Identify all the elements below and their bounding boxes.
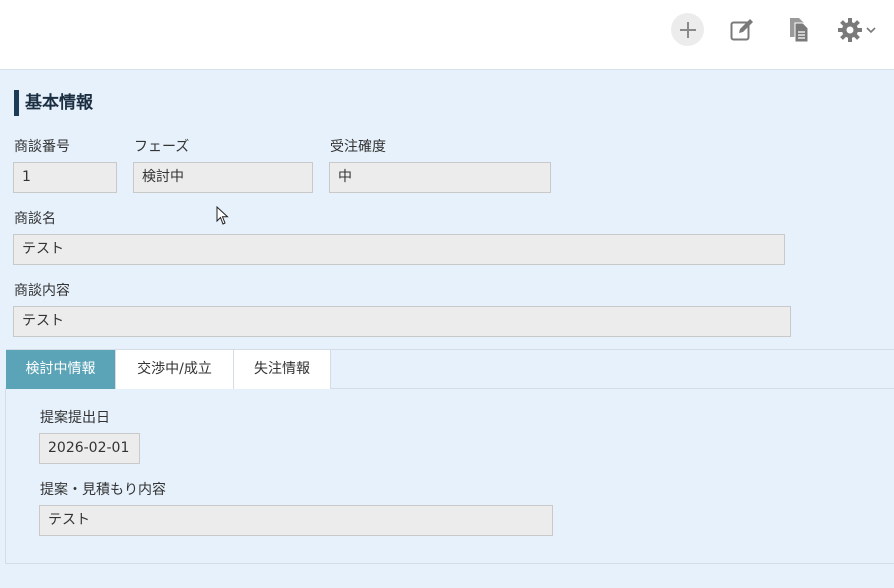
order-probability-label: 受注確度 (330, 139, 386, 155)
mouse-cursor-icon (216, 206, 229, 225)
deal-number-field[interactable]: 1 (13, 162, 117, 193)
deal-number-label: 商談番号 (14, 139, 70, 155)
toolbar (0, 0, 894, 70)
settings-button[interactable] (837, 13, 887, 46)
phase-label: フェーズ (134, 139, 190, 155)
order-probability-field[interactable]: 中 (329, 162, 551, 193)
plus-icon (679, 21, 696, 38)
proposal-date-label: 提案提出日 (40, 410, 110, 426)
phase-field[interactable]: 検討中 (133, 162, 313, 193)
tab-negotiation-closed[interactable]: 交渉中/成立 (116, 350, 234, 389)
copy-document-button[interactable] (782, 13, 815, 46)
deal-details-label: 商談内容 (14, 283, 70, 299)
proposal-content-label: 提案・見積もり内容 (40, 482, 166, 498)
tab-under-review[interactable]: 検討中情報 (6, 350, 116, 389)
deal-name-label: 商談名 (14, 211, 56, 227)
document-icon (789, 17, 808, 42)
add-button[interactable] (671, 13, 704, 46)
deal-details-field[interactable]: テスト (13, 306, 791, 337)
edit-button[interactable] (725, 13, 758, 46)
tab-panel (5, 388, 894, 564)
chevron-down-icon (866, 26, 876, 33)
proposal-content-field[interactable]: テスト (39, 505, 553, 536)
gear-icon (838, 17, 862, 42)
section-title: 基本情報 (14, 90, 93, 116)
edit-icon (730, 18, 753, 40)
proposal-date-field[interactable]: 2026-02-01 (39, 433, 140, 464)
deal-name-field[interactable]: テスト (13, 234, 785, 265)
tab-lost-info[interactable]: 失注情報 (234, 350, 331, 389)
